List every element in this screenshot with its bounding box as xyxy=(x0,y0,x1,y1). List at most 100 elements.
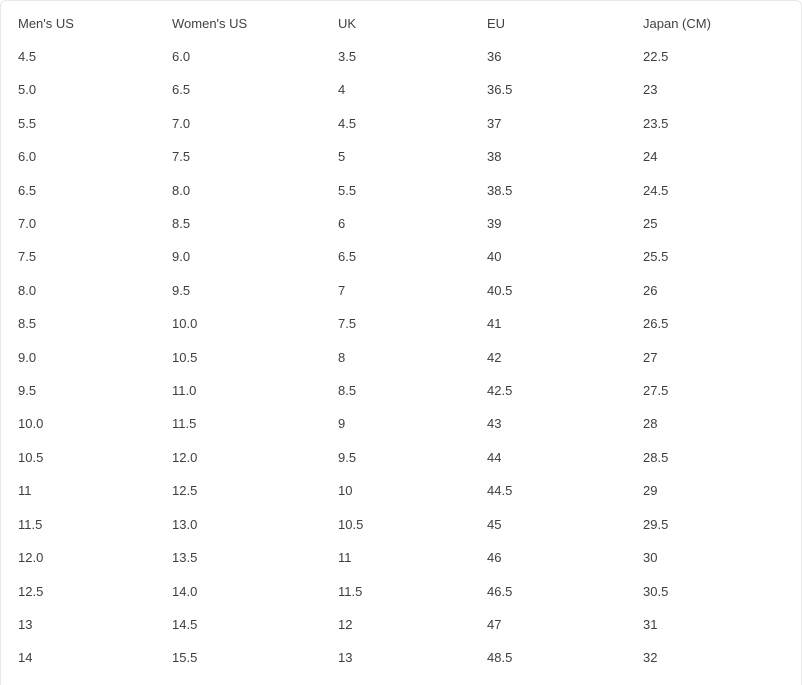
cell-uk: 4 xyxy=(338,82,346,98)
cell-eu: 38 xyxy=(487,149,502,165)
cell-japan_cm: 30.5 xyxy=(643,583,669,599)
cell-eu: 36 xyxy=(487,49,502,64)
cell-eu: 44.5 xyxy=(487,483,513,499)
cell-mens_us: 9.5 xyxy=(18,383,37,399)
cell-mens_us: 7.5 xyxy=(18,249,37,265)
table-row: 8.5 10.0 7.5 41 26.5 xyxy=(1,307,801,340)
cell-japan_cm: 24.5 xyxy=(643,182,669,198)
cell-uk: 5.5 xyxy=(338,182,357,198)
cell-eu: 47 xyxy=(487,616,502,632)
table-row: 5.5 7.0 4.5 37 23.5 xyxy=(1,107,801,140)
cell-mens_us: 8.5 xyxy=(18,316,37,332)
cell-womens_us: 6.5 xyxy=(172,82,191,98)
table-row: 12.5 14.0 11.5 46.5 30.5 xyxy=(1,575,801,608)
cell-mens_us: 5.0 xyxy=(18,82,37,98)
table-row: 13 14.5 12 47 31 xyxy=(1,608,801,641)
cell-womens_us: 10.5 xyxy=(172,349,198,365)
cell-eu: 38.5 xyxy=(487,182,513,198)
cell-uk: 3.5 xyxy=(338,49,357,64)
cell-japan_cm: 25 xyxy=(643,216,658,232)
cell-mens_us: 12.5 xyxy=(18,583,44,599)
cell-uk: 4.5 xyxy=(338,115,357,131)
table-row: 11.5 13.0 10.5 45 29.5 xyxy=(1,508,801,541)
cell-eu: 45 xyxy=(487,516,502,532)
table-row: 7.5 9.0 6.5 40 25.5 xyxy=(1,240,801,273)
cell-mens_us: 6.0 xyxy=(18,149,37,165)
cell-mens_us: 14 xyxy=(18,650,33,666)
cell-womens_us: 14.5 xyxy=(172,616,198,632)
cell-womens_us: 11.5 xyxy=(172,416,197,432)
table-header: Men's US Women's US UK EU Japan (CM) xyxy=(1,7,801,40)
cell-eu: 41 xyxy=(487,316,502,332)
cell-mens_us: 12.0 xyxy=(18,550,44,566)
cell-eu: 48.5 xyxy=(487,650,513,666)
cell-japan_cm: 22.5 xyxy=(643,49,669,64)
cell-mens_us: 6.5 xyxy=(18,182,37,198)
table-row: 6.5 8.0 5.5 38.5 24.5 xyxy=(1,174,801,207)
shoe-size-conversion-table: Men's US Women's US UK EU Japan (CM) 4.5 6.0 3… xyxy=(1,7,801,675)
cell-eu: 44 xyxy=(487,449,502,465)
cell-japan_cm: 29.5 xyxy=(643,516,669,532)
table-row: 10.0 11.5 9 43 28 xyxy=(1,407,801,440)
table-row: 5.0 6.5 4 36.5 23 xyxy=(1,73,801,106)
cell-womens_us: 13.5 xyxy=(172,550,198,566)
cell-uk: 8.5 xyxy=(338,383,357,399)
cell-eu: 42.5 xyxy=(487,383,513,399)
table-body: 4.5 6.0 3.5 36 22.5 5.0 6.5 4 36.5 23 5.5 7.0 4.5 37 2… xyxy=(1,40,801,675)
cell-japan_cm: 30 xyxy=(643,550,658,566)
cell-japan_cm: 28.5 xyxy=(643,449,669,465)
cell-eu: 39 xyxy=(487,216,502,232)
column-header-mens_us: Men's US xyxy=(18,16,74,31)
table-header-row: Men's US Women's US UK EU Japan (CM) xyxy=(1,7,801,40)
cell-womens_us: 8.0 xyxy=(172,182,191,198)
cell-japan_cm: 27 xyxy=(643,349,658,365)
cell-womens_us: 8.5 xyxy=(172,216,191,232)
table-row: 12.0 13.5 11 46 30 xyxy=(1,541,801,574)
cell-uk: 5 xyxy=(338,149,346,165)
cell-uk: 6 xyxy=(338,216,346,232)
cell-mens_us: 10.0 xyxy=(18,416,44,432)
cell-uk: 9.5 xyxy=(338,449,357,465)
column-header-eu: EU xyxy=(487,16,506,31)
cell-japan_cm: 23 xyxy=(643,82,658,98)
cell-japan_cm: 24 xyxy=(643,149,658,165)
cell-womens_us: 15.5 xyxy=(172,650,198,666)
cell-uk: 11 xyxy=(338,550,352,566)
cell-womens_us: 9.0 xyxy=(172,249,191,265)
column-header-womens_us: Women's US xyxy=(172,16,248,31)
cell-womens_us: 9.5 xyxy=(172,282,191,298)
cell-eu: 43 xyxy=(487,416,502,432)
table-row: 8.0 9.5 7 40.5 26 xyxy=(1,274,801,307)
table-row: 10.5 12.0 9.5 44 28.5 xyxy=(1,441,801,474)
table-row: 14 15.5 13 48.5 32 xyxy=(1,641,801,674)
cell-japan_cm: 25.5 xyxy=(643,249,669,265)
cell-japan_cm: 28 xyxy=(643,416,658,432)
cell-eu: 46.5 xyxy=(487,583,513,599)
cell-japan_cm: 26 xyxy=(643,282,658,298)
cell-mens_us: 8.0 xyxy=(18,282,37,298)
cell-uk: 7 xyxy=(338,282,346,298)
cell-eu: 46 xyxy=(487,550,502,566)
table-row: 4.5 6.0 3.5 36 22.5 xyxy=(1,40,801,73)
cell-eu: 40 xyxy=(487,249,502,265)
cell-eu: 42 xyxy=(487,349,502,365)
cell-uk: 11.5 xyxy=(338,583,363,599)
cell-womens_us: 10.0 xyxy=(172,316,198,332)
cell-mens_us: 4.5 xyxy=(18,49,37,64)
cell-uk: 10 xyxy=(338,483,353,499)
column-header-japan_cm: Japan (CM) xyxy=(643,16,711,31)
cell-mens_us: 10.5 xyxy=(18,449,44,465)
cell-japan_cm: 31 xyxy=(643,616,658,632)
cell-eu: 40.5 xyxy=(487,282,513,298)
cell-uk: 10.5 xyxy=(338,516,364,532)
cell-japan_cm: 32 xyxy=(643,650,658,666)
table-row: 7.0 8.5 6 39 25 xyxy=(1,207,801,240)
size-chart-card: Men's US Women's US UK EU Japan (CM) 4.5 6.0 3… xyxy=(0,0,802,685)
cell-womens_us: 12.5 xyxy=(172,483,198,499)
table-row: 9.5 11.0 8.5 42.5 27.5 xyxy=(1,374,801,407)
cell-mens_us: 11.5 xyxy=(18,516,43,532)
cell-eu: 37 xyxy=(487,115,502,131)
cell-mens_us: 13 xyxy=(18,616,33,632)
cell-womens_us: 11.0 xyxy=(172,383,197,399)
cell-mens_us: 9.0 xyxy=(18,349,37,365)
